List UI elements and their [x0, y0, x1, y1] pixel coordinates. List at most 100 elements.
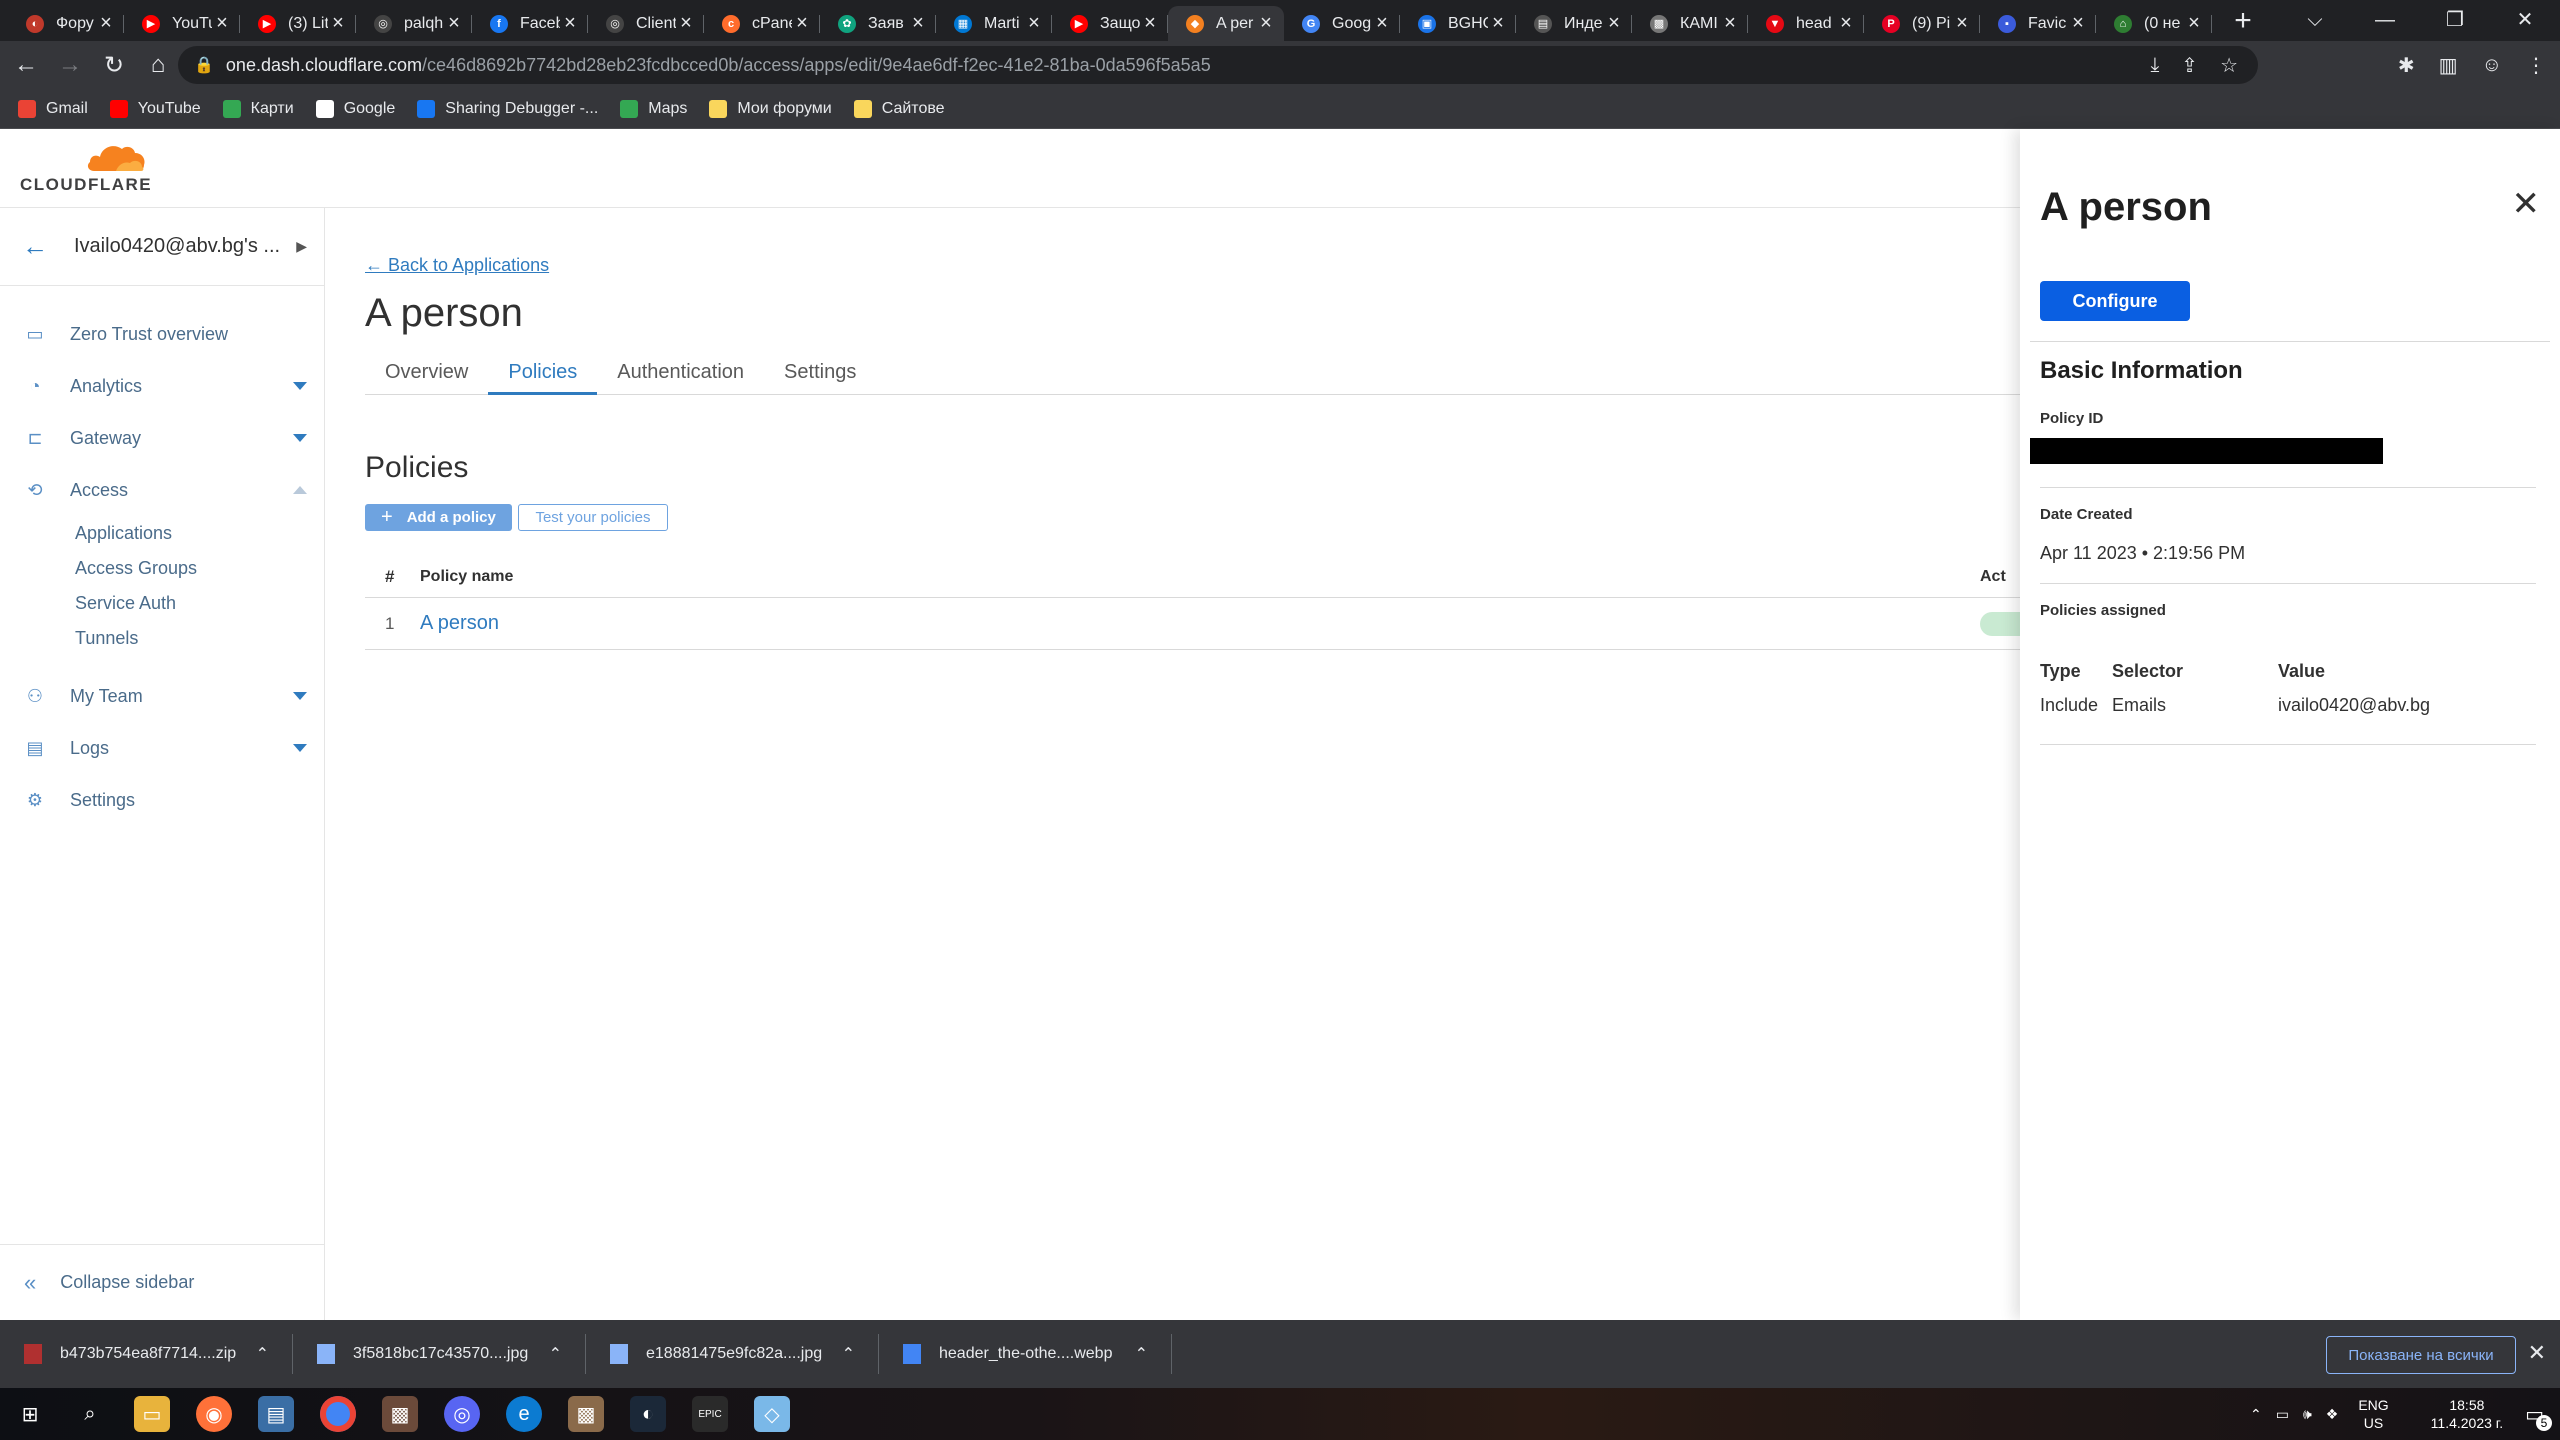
home-button[interactable]: ⌂: [136, 51, 180, 79]
notifications-icon[interactable]: ▭ 5: [2525, 1402, 2552, 1431]
account-switcher[interactable]: ← Ivailo0420@abv.bg's ... ▶: [0, 208, 325, 286]
minimize-button[interactable]: —: [2350, 0, 2420, 41]
chevron-up-icon[interactable]: [293, 486, 307, 494]
messenger-icon[interactable]: ◎: [444, 1396, 480, 1432]
firefox-icon[interactable]: ◉: [196, 1396, 232, 1432]
extensions-icon[interactable]: ✱: [2398, 53, 2415, 78]
chevron-up-icon[interactable]: ⌃: [549, 1344, 562, 1364]
tab-overview[interactable]: Overview: [365, 355, 488, 395]
bookmark-item[interactable]: Gmail: [18, 99, 88, 118]
tab-close-icon[interactable]: ×: [908, 12, 928, 35]
chevron-down-icon[interactable]: [293, 692, 307, 700]
configure-button[interactable]: Configure: [2040, 281, 2190, 321]
tab-close-icon[interactable]: ×: [676, 12, 696, 35]
add-policy-button[interactable]: + Add a policy: [365, 504, 512, 531]
browser-tab[interactable]: ▦ Marti ×: [936, 6, 1052, 41]
browser-tab[interactable]: ▶ (3) Lit ×: [240, 6, 356, 41]
browser-tab[interactable]: ▶ YouTu×: [124, 6, 240, 41]
chevron-down-icon[interactable]: [293, 382, 307, 390]
bookmark-item[interactable]: Карти: [222, 99, 294, 118]
browser-tab[interactable]: ▣ BGHO×: [1400, 6, 1516, 41]
tab-close-icon[interactable]: ×: [1604, 12, 1624, 35]
browser-tab[interactable]: ◎ palqh ×: [356, 6, 472, 41]
tab-close-icon[interactable]: ×: [2184, 12, 2204, 35]
tab-close-icon[interactable]: ×: [1140, 12, 1160, 35]
sidebar-subitem-service-auth[interactable]: Service Auth: [0, 586, 325, 621]
reload-button[interactable]: ↻: [92, 51, 136, 80]
profile-avatar[interactable]: ☺: [2482, 54, 2502, 77]
tab-close-icon[interactable]: ×: [444, 12, 464, 35]
address-bar[interactable]: 🔒 one.dash.cloudflare.com /ce46d8692b774…: [178, 46, 2258, 84]
network-icon[interactable]: ▭: [2276, 1406, 2289, 1423]
file-explorer-icon[interactable]: ▭: [134, 1396, 170, 1432]
collapse-sidebar-button[interactable]: « Collapse sidebar: [0, 1244, 325, 1320]
browser-tab[interactable]: ▩ КАМІ ×: [1632, 6, 1748, 41]
tab-close-icon[interactable]: ×: [1836, 12, 1856, 35]
app-icon[interactable]: ◇: [754, 1396, 790, 1432]
close-icon[interactable]: ✕: [2512, 187, 2541, 221]
browser-tab[interactable]: ⌂ (0 не ×: [2096, 6, 2212, 41]
edge-icon[interactable]: e: [506, 1396, 542, 1432]
sidebar-item-settings[interactable]: ⚙ Settings: [0, 774, 325, 826]
volume-icon[interactable]: 🕪: [2303, 1406, 2312, 1423]
bookmark-item[interactable]: Sharing Debugger -...: [417, 99, 598, 118]
download-item[interactable]: header_the-othe....webp ⌃: [879, 1320, 1172, 1388]
bookmark-item[interactable]: Maps: [620, 99, 687, 118]
tab-authentication[interactable]: Authentication: [597, 355, 764, 395]
browser-tab[interactable]: ✿ Заяв ×: [820, 6, 936, 41]
sidebar-item-access[interactable]: ⟲ Access: [0, 464, 325, 516]
tab-policies[interactable]: Policies: [488, 355, 598, 395]
menu-icon[interactable]: ⋮: [2526, 53, 2546, 78]
dropbox-icon[interactable]: ❖: [2326, 1406, 2339, 1423]
new-tab-button[interactable]: +: [2228, 4, 2258, 38]
app-icon[interactable]: ▤: [258, 1396, 294, 1432]
close-downloads-icon[interactable]: ✕: [2528, 1340, 2546, 1366]
tab-close-icon[interactable]: ×: [1372, 12, 1392, 35]
game-icon[interactable]: ▩: [568, 1396, 604, 1432]
sidebar-item-my-team[interactable]: ⚇ My Team: [0, 670, 325, 722]
chevron-up-icon[interactable]: ⌃: [2250, 1406, 2262, 1423]
table-row[interactable]: 1 A person: [365, 598, 2020, 650]
tab-close-icon[interactable]: ×: [1024, 12, 1044, 35]
back-button[interactable]: ←: [4, 51, 48, 79]
steam-icon[interactable]: ◐: [630, 1396, 666, 1432]
download-item[interactable]: 3f5818bc17c43570....jpg ⌃: [293, 1320, 586, 1388]
install-icon[interactable]: ⤓: [2150, 54, 2159, 77]
clock[interactable]: 18:58 11.4.2023 г.: [2431, 1396, 2503, 1432]
close-window-button[interactable]: ✕: [2490, 0, 2560, 41]
tab-close-icon[interactable]: ×: [1488, 12, 1508, 35]
policy-name-link[interactable]: A person: [420, 612, 1980, 635]
browser-tab[interactable]: G Goog ×: [1284, 6, 1400, 41]
chrome-icon[interactable]: [320, 1396, 356, 1432]
browser-tab[interactable]: ccPane×: [704, 6, 820, 41]
browser-tab[interactable]: ◐ Фору ×: [8, 6, 124, 41]
share-icon[interactable]: ⇪: [2181, 53, 2198, 78]
browser-tab[interactable]: ◆ A per ×: [1168, 6, 1284, 41]
sidebar-subitem-tunnels[interactable]: Tunnels: [0, 621, 325, 656]
sidebar-item-gateway[interactable]: ⊏ Gateway: [0, 412, 325, 464]
tab-close-icon[interactable]: ×: [1720, 12, 1740, 35]
browser-tab[interactable]: f Faceb×: [472, 6, 588, 41]
sidebar-item-zero-trust-overview[interactable]: ▭ Zero Trust overview: [0, 308, 325, 360]
search-icon[interactable]: ⌕: [72, 1396, 108, 1432]
sidebar-item-analytics[interactable]: ◔ Analytics: [0, 360, 325, 412]
lock-icon[interactable]: 🔒: [194, 55, 214, 75]
tab-close-icon[interactable]: ×: [96, 12, 116, 35]
sidebar-subitem-applications[interactable]: Applications: [0, 516, 325, 551]
browser-tab[interactable]: ▶ Защо ×: [1052, 6, 1168, 41]
tab-close-icon[interactable]: ×: [212, 12, 232, 35]
chevron-down-icon[interactable]: [293, 434, 307, 442]
restore-button[interactable]: ❐: [2420, 0, 2490, 41]
tab-close-icon[interactable]: ×: [328, 12, 348, 35]
download-item[interactable]: e18881475e9fc82a....jpg ⌃: [586, 1320, 879, 1388]
forward-button[interactable]: →: [48, 51, 92, 79]
browser-tab[interactable]: ▤ Инде ×: [1516, 6, 1632, 41]
bookmark-item[interactable]: YouTube: [109, 99, 201, 118]
browser-tab[interactable]: ▼ head ×: [1748, 6, 1864, 41]
tab-search-icon[interactable]: ⌵: [2280, 0, 2350, 41]
arrow-left-icon[interactable]: ←: [22, 231, 48, 262]
tab-close-icon[interactable]: ×: [560, 12, 580, 35]
download-item[interactable]: b473b754ea8f7714....zip ⌃: [0, 1320, 293, 1388]
bookmark-item[interactable]: Сайтове: [853, 99, 945, 118]
test-policies-button[interactable]: Test your policies: [518, 504, 668, 531]
